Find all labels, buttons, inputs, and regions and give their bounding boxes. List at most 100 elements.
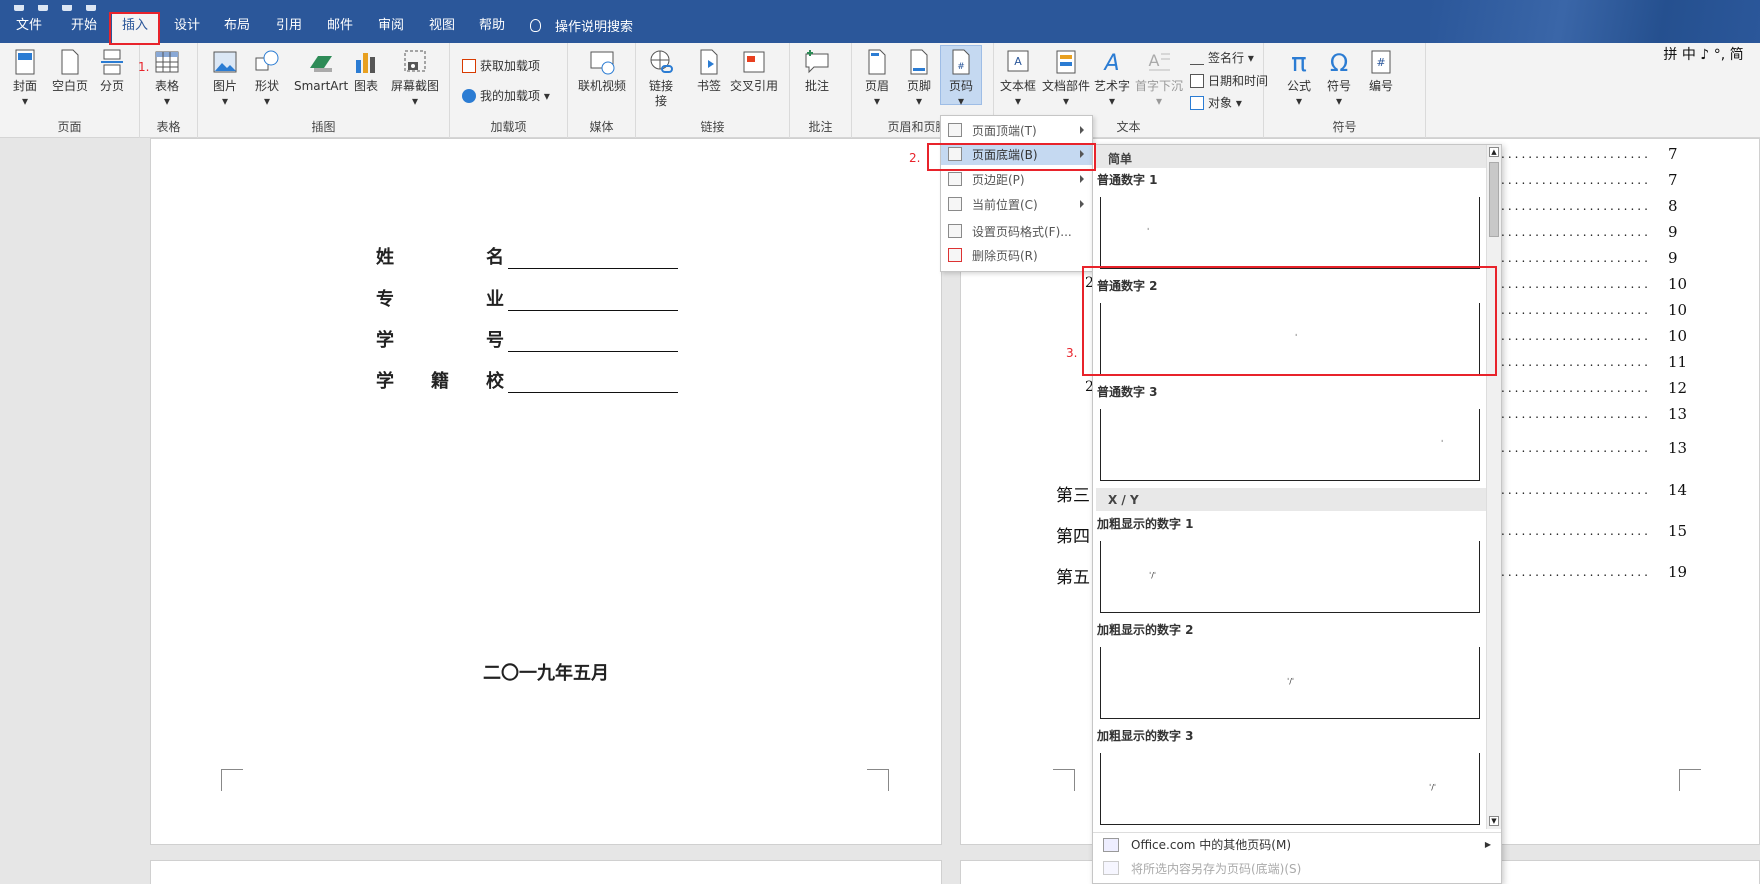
- margin-corner-mark: [221, 769, 243, 791]
- more-page-numbers-label: Office.com 中的其他页码(M): [1131, 838, 1292, 852]
- online-video-label: 联机视频: [578, 79, 627, 93]
- page-icon: [948, 172, 962, 186]
- footer-icon: [910, 49, 928, 75]
- pi-icon: π: [1291, 48, 1307, 76]
- submenu-arrow-icon: [1080, 200, 1084, 208]
- get-addins-button[interactable]: 获取加载项: [462, 57, 540, 74]
- equation-button[interactable]: π 公式 ▾: [1286, 48, 1312, 109]
- field-major-char2: 业: [486, 289, 504, 310]
- gallery-item-bold-number-1[interactable]: ˈ/ˈ: [1100, 541, 1480, 613]
- pictures-button[interactable]: 图片 ▾: [212, 48, 238, 109]
- group-illustrations: 图片 ▾ 形状 ▾ SmartArt 图表 屏幕截图 ▾ 插图: [198, 43, 450, 138]
- office-icon: [1103, 837, 1119, 852]
- gallery-item-plain-number-1[interactable]: ˈ: [1100, 197, 1480, 269]
- menu-item-label: 页面顶端(T): [972, 123, 1037, 138]
- tab-view[interactable]: 视图: [429, 16, 455, 36]
- more-page-numbers-office[interactable]: Office.com 中的其他页码(M) ▶: [1093, 832, 1501, 856]
- table-label: 表格: [154, 79, 179, 93]
- object-button[interactable]: 对象 ▾: [1190, 94, 1242, 111]
- page-break-button[interactable]: 分页: [99, 48, 125, 94]
- object-icon: [1190, 95, 1204, 110]
- bookmark-button[interactable]: 书签: [696, 48, 722, 94]
- number-button[interactable]: # 编号: [1368, 48, 1394, 94]
- tab-review[interactable]: 审阅: [378, 16, 404, 36]
- signature-line-button[interactable]: 签名行 ▾: [1190, 49, 1254, 66]
- tab-layout[interactable]: 布局: [224, 16, 250, 36]
- save-gallery-icon: [1103, 861, 1119, 875]
- text-box-icon: A: [1007, 50, 1029, 72]
- gallery-section-simple: 简单: [1096, 145, 1486, 168]
- menu-item-page-margins[interactable]: 页边距(P): [941, 168, 1092, 190]
- link-button[interactable]: 链接接: [648, 48, 674, 109]
- group-illustrations-label: 插图: [311, 120, 336, 134]
- field-school-char3: 校: [486, 371, 504, 392]
- online-video-button[interactable]: 联机视频: [578, 48, 626, 94]
- gallery-scrollbar[interactable]: ▲ ▼: [1486, 145, 1501, 829]
- tab-home[interactable]: 开始: [71, 16, 97, 36]
- my-addins-button[interactable]: 我的加载项 ▾: [462, 87, 550, 104]
- scroll-thumb[interactable]: [1489, 162, 1499, 237]
- comment-icon: [805, 50, 829, 74]
- screenshot-button[interactable]: 屏幕截图 ▾: [391, 48, 439, 109]
- group-addins: 获取加载项 我的加载项 ▾ 加载项: [450, 43, 568, 138]
- globe-link-icon: [650, 50, 673, 73]
- shapes-button[interactable]: 形状 ▾: [254, 48, 280, 109]
- blank-page-icon: [61, 49, 79, 75]
- blank-page-button[interactable]: 空白页: [52, 48, 88, 94]
- tab-design[interactable]: 设计: [174, 16, 200, 36]
- cover-page-button[interactable]: 封面 ▾: [12, 48, 38, 109]
- quick-access-toolbar[interactable]: [14, 0, 134, 11]
- tab-mailings[interactable]: 邮件: [327, 16, 353, 36]
- highlight-plain-number-2: [1082, 266, 1497, 376]
- quick-parts-button[interactable]: 文档部件 ▾: [1042, 48, 1090, 109]
- footer-button[interactable]: 页脚 ▾: [906, 48, 932, 109]
- tab-help[interactable]: 帮助: [479, 16, 505, 36]
- signature-line-label: 签名行: [1208, 51, 1245, 65]
- shapes-icon: [255, 50, 279, 71]
- chart-button[interactable]: 图表: [353, 48, 379, 94]
- object-label: 对象: [1208, 96, 1233, 110]
- date-time-button[interactable]: 日期和时间: [1190, 72, 1268, 89]
- smartart-button[interactable]: SmartArt: [294, 48, 348, 94]
- save-selection-as-page-number[interactable]: 将所选内容另存为页码(底端)(S): [1093, 856, 1501, 880]
- gallery-item-bold-number-3[interactable]: ˈ/ˈ: [1100, 753, 1480, 825]
- omega-icon: Ω: [1330, 49, 1348, 76]
- tab-references[interactable]: 引用: [276, 16, 302, 36]
- header-icon: [868, 49, 886, 75]
- wordart-button[interactable]: A 艺术字 ▾: [1094, 48, 1130, 109]
- tab-file[interactable]: 文件: [16, 16, 42, 36]
- ime-toolbar[interactable]: 拼 中 ♪ °, 简: [1647, 43, 1760, 65]
- text-box-button[interactable]: A 文本框 ▾: [1000, 48, 1036, 109]
- scroll-up-icon[interactable]: ▲: [1489, 147, 1499, 157]
- step-label-1: 1.: [138, 60, 150, 74]
- gallery-item-bold-number-2[interactable]: ˈ/ˈ: [1100, 647, 1480, 719]
- symbol-button[interactable]: Ω 符号 ▾: [1326, 48, 1352, 109]
- scroll-down-icon[interactable]: ▼: [1489, 816, 1499, 826]
- tell-me-search[interactable]: 操作说明搜索: [530, 16, 633, 35]
- store-icon: [462, 58, 476, 73]
- gallery-item-title: 普通数字 1: [1097, 173, 1158, 187]
- document-page-cover[interactable]: 姓名 专业 学号 学籍校 二〇一九年五月: [150, 138, 942, 845]
- group-pages: 封面 ▾ 空白页 分页 页面: [0, 43, 140, 138]
- menu-item-remove-page-numbers[interactable]: 删除页码(R): [941, 244, 1092, 266]
- submenu-arrow-icon: ▶: [1484, 840, 1491, 849]
- header-button[interactable]: 页眉 ▾: [864, 48, 890, 109]
- cover-page-label: 封面: [12, 79, 37, 93]
- menu-item-top-of-page[interactable]: 页面顶端(T): [941, 119, 1092, 141]
- cross-reference-button[interactable]: 交叉引用: [730, 48, 778, 94]
- date-time-label: 日期和时间: [1208, 74, 1269, 88]
- gallery-item-plain-number-3[interactable]: ˈ: [1100, 409, 1480, 481]
- comment-button[interactable]: 批注: [804, 48, 830, 94]
- link-label: 链接: [648, 79, 673, 93]
- page-number-button[interactable]: # 页码 ▾: [940, 45, 982, 108]
- document-next-page: [150, 860, 942, 884]
- step-label-3: 3.: [1066, 346, 1078, 360]
- menu-item-current-position[interactable]: 当前位置(C): [941, 193, 1092, 215]
- drop-cap-button[interactable]: A 首字下沉 ▾: [1135, 48, 1183, 109]
- footer-label: 页脚: [906, 79, 931, 93]
- table-button[interactable]: 表格 ▾: [154, 48, 180, 109]
- menu-item-format-page-numbers[interactable]: 设置页码格式(F)...: [941, 220, 1092, 242]
- gallery-item-title: 加粗显示的数字 3: [1097, 729, 1194, 743]
- margin-corner-mark: [1679, 769, 1701, 791]
- field-id-char1: 学: [376, 330, 394, 351]
